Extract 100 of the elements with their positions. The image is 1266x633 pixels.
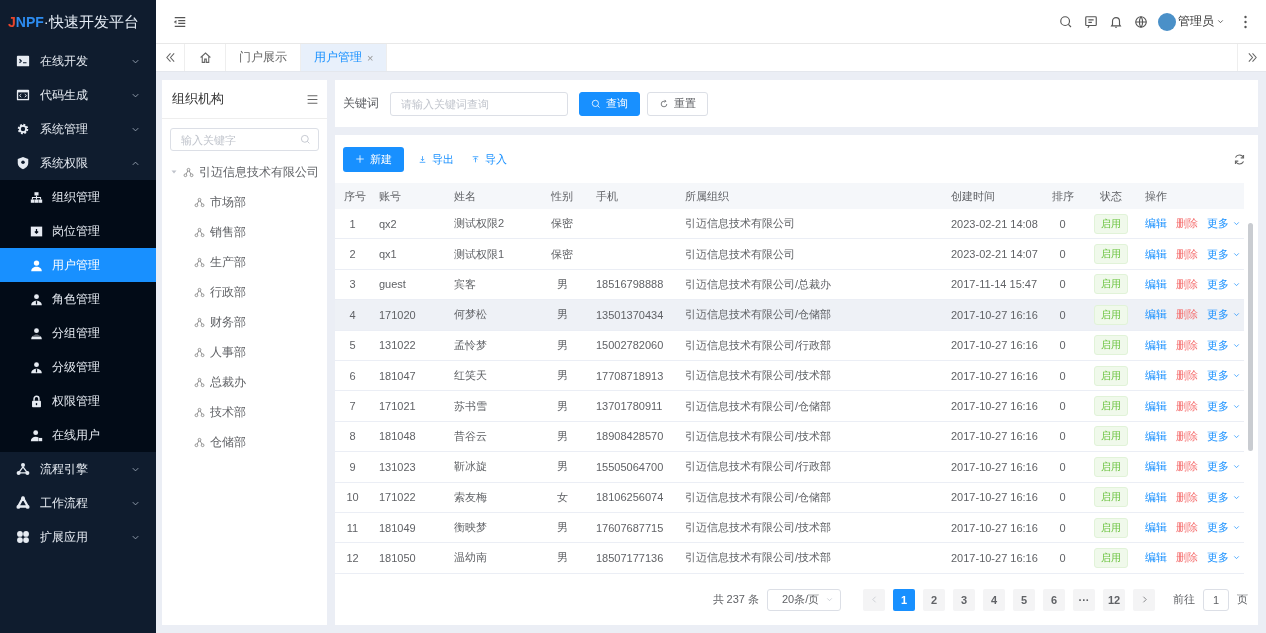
tree-node[interactable]: 人事部: [162, 337, 327, 367]
delete-link[interactable]: 删除: [1176, 550, 1198, 566]
status-tag: 启用: [1093, 396, 1128, 417]
edit-link[interactable]: 编辑: [1145, 550, 1167, 566]
edit-link[interactable]: 编辑: [1145, 216, 1167, 232]
delete-link[interactable]: 删除: [1176, 459, 1198, 475]
more-link[interactable]: 更多: [1207, 428, 1241, 444]
reset-button[interactable]: 重置: [647, 91, 708, 116]
more-link[interactable]: 更多: [1207, 520, 1241, 536]
scrollbar[interactable]: [1248, 223, 1253, 451]
delete-link[interactable]: 删除: [1176, 489, 1198, 505]
more-link[interactable]: 更多: [1207, 337, 1241, 353]
tree-node[interactable]: 总裁办: [162, 367, 327, 397]
tree-node[interactable]: 生产部: [162, 247, 327, 277]
table-cell: 15002782060: [596, 339, 664, 352]
submenu-item[interactable]: 分组管理: [0, 316, 156, 350]
user-menu[interactable]: 管理员: [1158, 12, 1225, 31]
menu-item[interactable]: 流程引擎: [0, 452, 156, 486]
page-button[interactable]: 6: [1043, 588, 1065, 611]
close-tab-button[interactable]: ×: [367, 51, 374, 64]
more-link[interactable]: 更多: [1207, 550, 1241, 566]
search-button[interactable]: 查询: [579, 91, 640, 116]
page-size-select[interactable]: 20条/页: [767, 588, 841, 611]
delete-link[interactable]: 删除: [1176, 398, 1198, 414]
edit-link[interactable]: 编辑: [1145, 428, 1167, 444]
submenu-item[interactable]: 分级管理: [0, 350, 156, 384]
submenu-item[interactable]: 组织管理: [0, 180, 156, 214]
menu-item[interactable]: 工作流程: [0, 486, 156, 520]
delete-link[interactable]: 删除: [1176, 520, 1198, 536]
delete-link[interactable]: 删除: [1176, 307, 1198, 323]
delete-link[interactable]: 删除: [1176, 216, 1198, 232]
page-button[interactable]: 3: [953, 588, 975, 611]
page-button[interactable]: 1: [893, 588, 915, 611]
table-cell: 0: [1059, 430, 1066, 443]
org-nodes-icon: [194, 436, 205, 448]
submenu-item[interactable]: 角色管理: [0, 282, 156, 316]
menu-item[interactable]: 系统管理: [0, 112, 156, 146]
column-header: 姓名: [453, 188, 477, 204]
import-link[interactable]: 导入: [467, 147, 511, 171]
menu-item[interactable]: 扩展应用: [0, 520, 156, 554]
column-header: 序号: [343, 188, 367, 204]
tree-node[interactable]: 财务部: [162, 307, 327, 337]
more-link[interactable]: 更多: [1207, 398, 1241, 414]
menu-button[interactable]: [306, 92, 319, 106]
page-button[interactable]: 12: [1103, 588, 1125, 611]
more-link[interactable]: 更多: [1207, 368, 1241, 384]
table-cell: 171020: [379, 308, 416, 321]
user-icon: [30, 258, 43, 272]
table-cell: 171021: [379, 400, 416, 413]
bell-icon: [1108, 14, 1123, 29]
submenu-item[interactable]: 权限管理: [0, 384, 156, 418]
delete-link[interactable]: 删除: [1176, 428, 1198, 444]
table-cell: 18106256074: [596, 491, 664, 504]
tree-node[interactable]: 引迈信息技术有限公司: [162, 157, 327, 187]
submenu-item[interactable]: 用户管理: [0, 248, 156, 282]
menu-item[interactable]: 在线开发: [0, 44, 156, 78]
table-cell: 2017-10-27 16:16: [951, 400, 1038, 413]
edit-link[interactable]: 编辑: [1145, 368, 1167, 384]
edit-link[interactable]: 编辑: [1145, 459, 1167, 475]
tab[interactable]: 用户管理 ×: [301, 44, 388, 71]
page-button[interactable]: 2: [923, 588, 945, 611]
new-button[interactable]: 新建: [343, 146, 404, 172]
status-tag: 启用: [1093, 456, 1128, 477]
tree-node[interactable]: 销售部: [162, 217, 327, 247]
more-link[interactable]: 更多: [1207, 489, 1241, 505]
submenu-item[interactable]: 岗位管理: [0, 214, 156, 248]
table-cell: 引迈信息技术有限公司/行政部: [685, 337, 832, 353]
chevron-left-icon: [869, 595, 879, 604]
submenu-item[interactable]: 在线用户: [0, 418, 156, 452]
more-link[interactable]: 更多: [1207, 307, 1241, 323]
tree-node[interactable]: 仓储部: [162, 427, 327, 457]
edit-link[interactable]: 编辑: [1145, 246, 1167, 262]
table-cell: 18908428570: [596, 430, 664, 443]
more-link[interactable]: 更多: [1207, 216, 1241, 232]
edit-link[interactable]: 编辑: [1145, 307, 1167, 323]
more-link[interactable]: 更多: [1207, 246, 1241, 262]
status-tag: 启用: [1093, 426, 1128, 447]
edit-link[interactable]: 编辑: [1145, 520, 1167, 536]
page-button[interactable]: 5: [1013, 588, 1035, 611]
edit-link[interactable]: 编辑: [1145, 398, 1167, 414]
export-link[interactable]: 导出: [414, 147, 458, 171]
edit-link[interactable]: 编辑: [1145, 337, 1167, 353]
edit-link[interactable]: 编辑: [1145, 276, 1167, 292]
more-link[interactable]: 更多: [1207, 276, 1241, 292]
delete-link[interactable]: 删除: [1176, 368, 1198, 384]
edit-link[interactable]: 编辑: [1145, 489, 1167, 505]
menu-item[interactable]: 代码生成: [0, 78, 156, 112]
tree-node[interactable]: 行政部: [162, 277, 327, 307]
caret-down-icon: [170, 168, 178, 176]
page-button[interactable]: ···: [1073, 588, 1095, 611]
delete-link[interactable]: 删除: [1176, 276, 1198, 292]
page-number-field[interactable]: 1: [1203, 588, 1229, 611]
delete-link[interactable]: 删除: [1176, 337, 1198, 353]
status-tag: 启用: [1093, 244, 1128, 265]
page-button[interactable]: 4: [983, 588, 1005, 611]
tree-node[interactable]: 市场部: [162, 187, 327, 217]
menu-item[interactable]: 系统权限: [0, 146, 156, 180]
more-link[interactable]: 更多: [1207, 459, 1241, 475]
tree-node[interactable]: 技术部: [162, 397, 327, 427]
delete-link[interactable]: 删除: [1176, 246, 1198, 262]
